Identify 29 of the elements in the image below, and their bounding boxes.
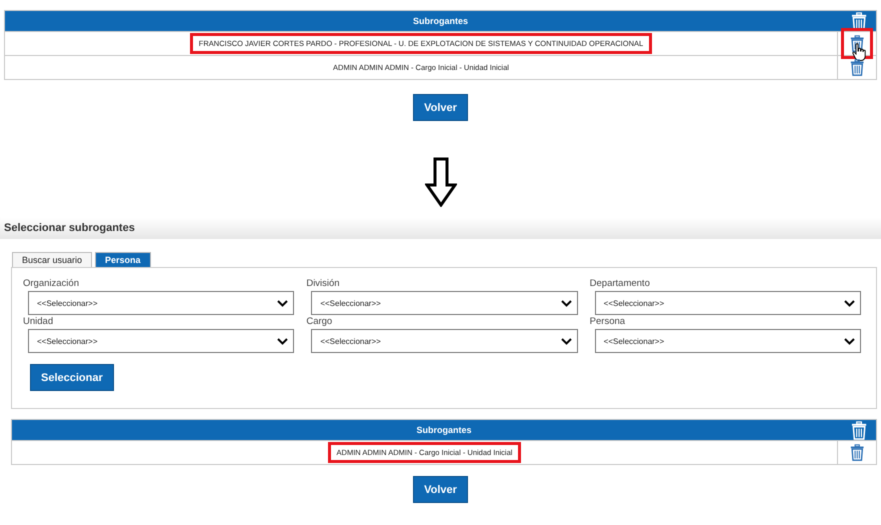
chevron-down-icon (277, 300, 288, 306)
section-title: Seleccionar subrogantes (4, 222, 135, 234)
select-field[interactable]: <<Seleccionar>> (311, 291, 578, 315)
trash-icon[interactable] (850, 59, 864, 76)
select-field[interactable]: <<Seleccionar>> (311, 329, 578, 353)
select-field[interactable]: <<Seleccionar>> (594, 291, 861, 315)
field-label: Persona (590, 316, 626, 327)
chevron-down-icon (844, 338, 855, 344)
table-title: Subrogantes (416, 425, 472, 435)
field-label: Organización (23, 278, 80, 289)
table-title: Subrogantes (412, 16, 468, 26)
field-label: Unidad (23, 316, 54, 327)
select-field[interactable]: <<Seleccionar>> (28, 329, 294, 353)
chevron-down-icon (560, 338, 572, 344)
select-field[interactable]: <<Seleccionar>> (594, 329, 861, 353)
volver-button[interactable]: Volver (413, 476, 468, 503)
volver-button[interactable]: Volver (413, 94, 468, 121)
field-label: División (306, 278, 341, 289)
select-field[interactable]: <<Seleccionar>> (28, 291, 294, 315)
chevron-down-icon (277, 338, 288, 344)
field-label: Departamento (590, 278, 651, 289)
chevron-down-icon (560, 300, 572, 306)
trash-icon[interactable] (850, 35, 864, 52)
seleccionar-button[interactable]: Seleccionar (30, 364, 114, 391)
tab[interactable]: Buscar usuario (12, 252, 92, 267)
field-label: Cargo (306, 316, 334, 327)
chevron-down-icon (844, 300, 855, 306)
down-arrow-icon (424, 157, 456, 207)
tab[interactable]: Persona (95, 252, 151, 267)
